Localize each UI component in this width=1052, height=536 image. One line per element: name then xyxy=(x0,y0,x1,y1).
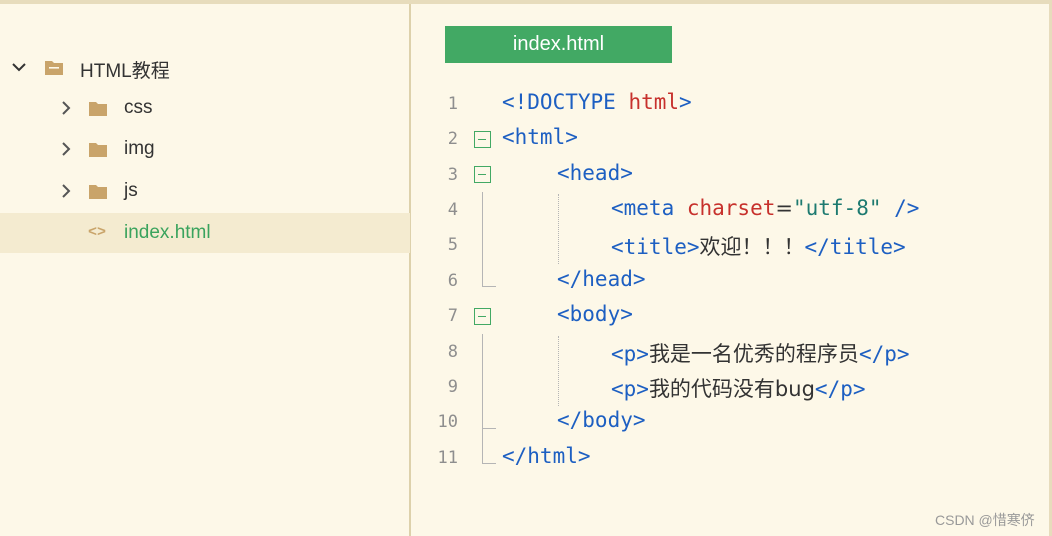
tree-item-index-html[interactable]: <> index.html xyxy=(0,213,410,253)
tree-item-label: img xyxy=(124,138,155,159)
tree-item-js[interactable]: js xyxy=(0,171,410,211)
code-line-3[interactable]: 3 <head> xyxy=(412,157,1052,192)
code-line-10[interactable]: 10 </body> xyxy=(412,404,1052,439)
code-token: <body> xyxy=(557,302,633,326)
code-token: = xyxy=(775,196,793,220)
code-line-1[interactable]: 1 <!DOCTYPE html> xyxy=(412,86,1052,121)
code-token: </p> xyxy=(858,342,910,366)
code-text: <p>我的代码没有bug</p> xyxy=(611,373,866,403)
chevron-right-icon[interactable] xyxy=(58,141,74,157)
tree-item-label: js xyxy=(124,180,138,201)
code-token: <!DOCTYPE xyxy=(502,90,629,114)
code-token: </head> xyxy=(557,267,646,291)
line-number: 5 xyxy=(447,235,458,255)
code-text: <p>我是一名优秀的程序员</p> xyxy=(611,338,910,368)
watermark: CSDN @惜寒侪 xyxy=(935,512,1035,528)
code-line-2[interactable]: 2 <html> xyxy=(412,121,1052,156)
code-line-5[interactable]: 5 <title>欢迎！！！</title> xyxy=(412,227,1052,262)
code-line-6[interactable]: 6 </head> xyxy=(412,263,1052,298)
code-token: 我是一名优秀的程序员 xyxy=(648,342,859,366)
line-number: 11 xyxy=(437,448,458,468)
code-line-9[interactable]: 9 <p>我的代码没有bug</p> xyxy=(412,369,1052,404)
line-number: 2 xyxy=(447,129,458,149)
tree-root-html-tutorial[interactable]: HTML教程 xyxy=(0,47,410,87)
folder-icon xyxy=(89,143,107,157)
code-token: <p> xyxy=(611,377,649,401)
code-text: <head> xyxy=(557,161,633,185)
tree-root-label: HTML教程 xyxy=(80,61,170,82)
code-line-7[interactable]: 7 <body> xyxy=(412,298,1052,333)
code-token: <html> xyxy=(502,125,578,149)
code-token: </title> xyxy=(804,235,906,259)
chevron-down-icon[interactable] xyxy=(11,59,27,75)
line-number: 10 xyxy=(437,412,458,432)
code-text: <meta charset="utf-8" /> xyxy=(611,196,919,220)
code-token: <p> xyxy=(611,342,649,366)
code-token: /> xyxy=(881,196,920,220)
line-number: 8 xyxy=(447,342,458,362)
tree-item-label: css xyxy=(124,97,153,118)
line-number: 6 xyxy=(447,271,458,291)
code-token: <head> xyxy=(557,161,633,185)
code-token: </p> xyxy=(814,377,866,401)
code-text: </html> xyxy=(502,444,591,468)
code-token: "utf-8" xyxy=(792,196,882,220)
line-number: 4 xyxy=(447,200,458,220)
line-number: 3 xyxy=(447,165,458,185)
folder-icon xyxy=(89,185,107,199)
code-text: <html> xyxy=(502,125,578,149)
code-token: > xyxy=(679,90,692,114)
folder-icon xyxy=(45,61,63,75)
line-number: 7 xyxy=(447,306,458,326)
tree-item-img[interactable]: img xyxy=(0,129,410,169)
chevron-right-icon[interactable] xyxy=(58,183,74,199)
code-token: <meta xyxy=(611,196,687,220)
code-token: 欢迎！！！ xyxy=(699,235,805,259)
chevron-right-icon[interactable] xyxy=(58,100,74,116)
tree-item-css[interactable]: css xyxy=(0,88,410,128)
tree-item-label: index.html xyxy=(124,222,211,243)
code-line-8[interactable]: 8 <p>我是一名优秀的程序员</p> xyxy=(412,334,1052,369)
code-token: charset xyxy=(686,196,776,220)
code-token: </html> xyxy=(502,444,591,468)
code-file-icon: <> xyxy=(88,224,107,241)
code-token: html xyxy=(628,90,680,114)
code-text: </body> xyxy=(557,408,646,432)
code-text: <body> xyxy=(557,302,633,326)
code-text: <title>欢迎！！！</title> xyxy=(611,231,906,261)
code-token: 我的代码没有bug xyxy=(648,377,815,401)
line-number: 1 xyxy=(447,94,458,114)
code-line-11[interactable]: 11 </html> xyxy=(412,440,1052,475)
tab-index-html[interactable]: index.html xyxy=(445,26,672,63)
folder-icon xyxy=(89,102,107,116)
code-text: </head> xyxy=(557,267,646,291)
code-line-4[interactable]: 4 <meta charset="utf-8" /> xyxy=(412,192,1052,227)
code-token: <title> xyxy=(611,235,700,259)
code-text: <!DOCTYPE html> xyxy=(502,90,692,114)
code-token: </body> xyxy=(557,408,646,432)
line-number: 9 xyxy=(447,377,458,397)
